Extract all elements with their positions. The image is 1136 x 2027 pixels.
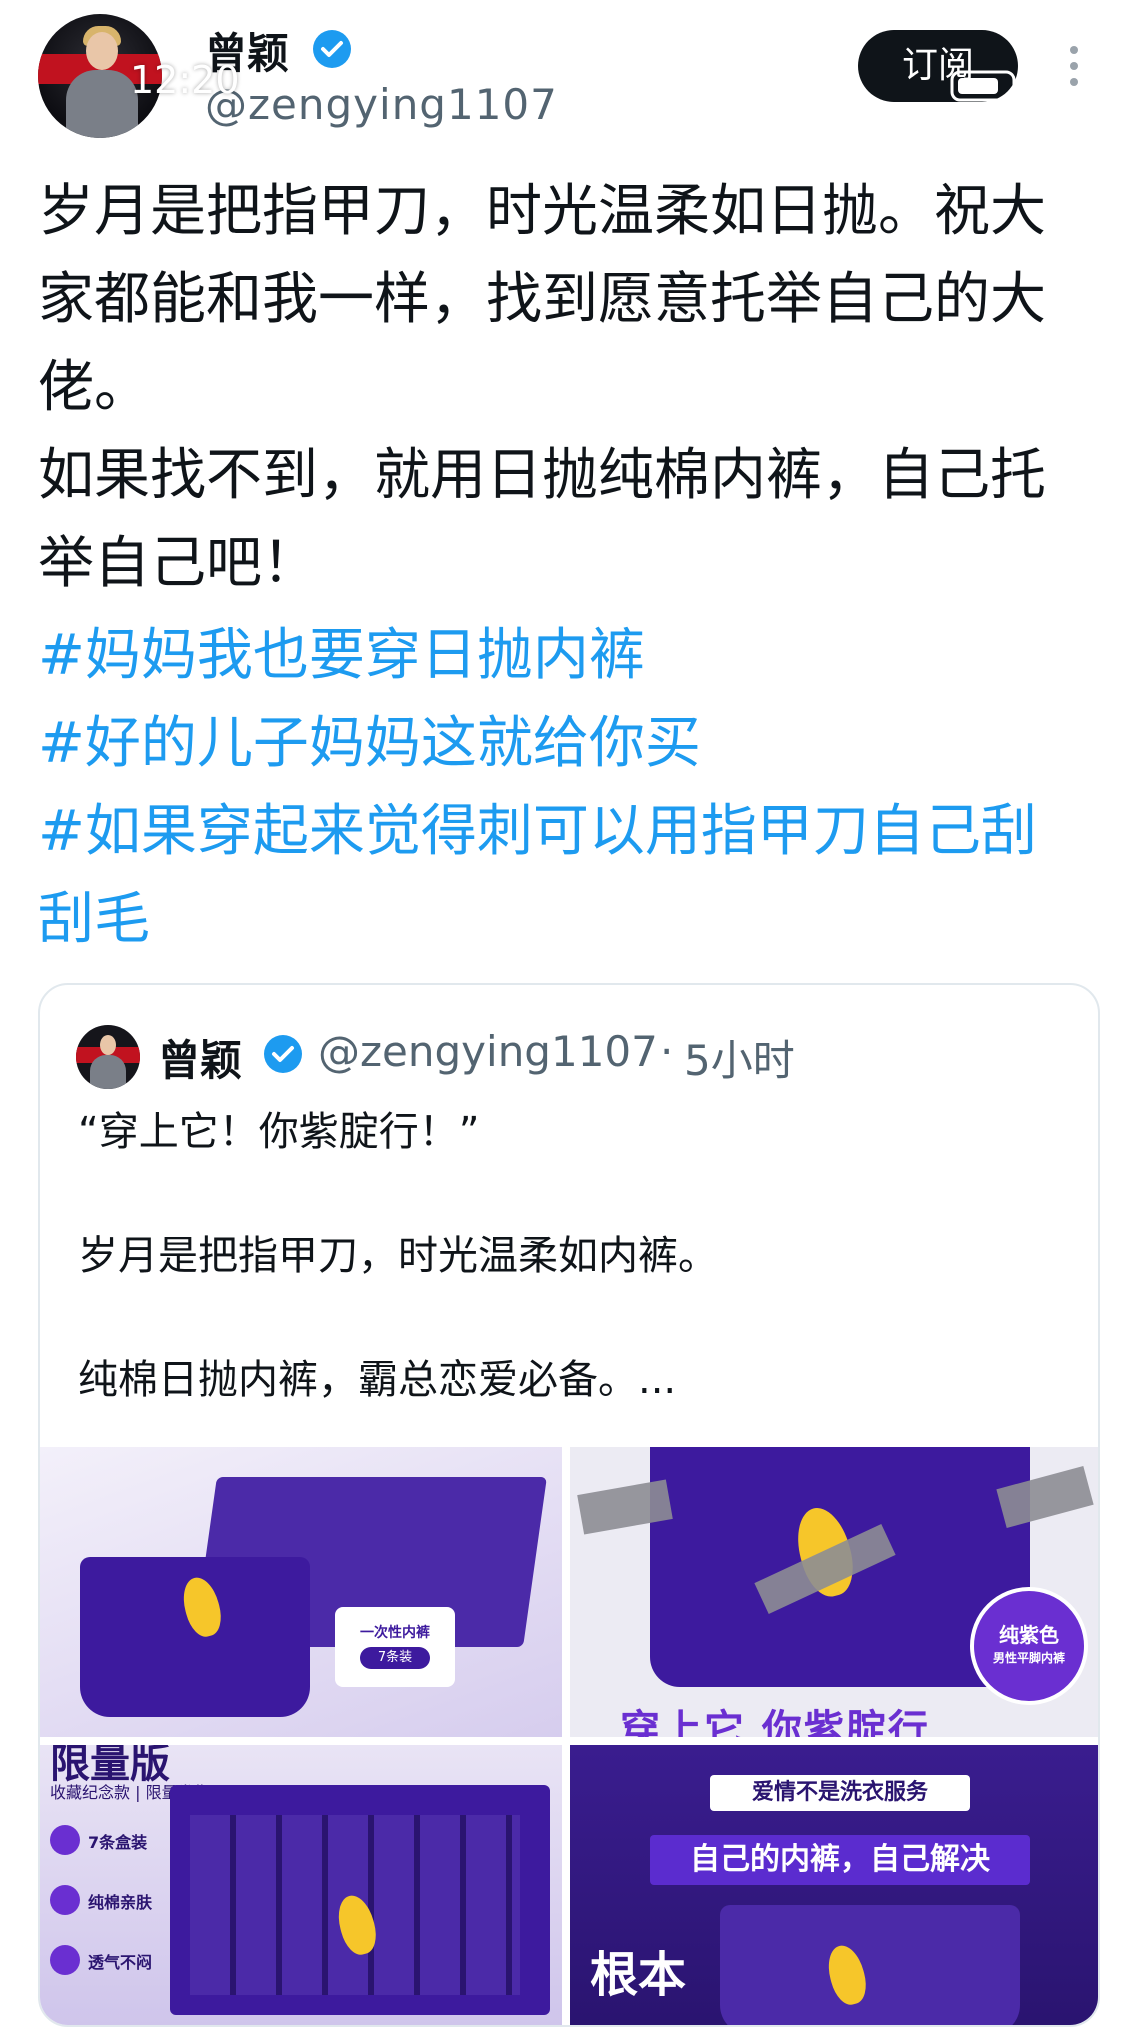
media-image-1[interactable]: 一次性内裤 7条装 xyxy=(40,1447,562,1737)
post-line: 如果找不到，就用日抛纯棉内裤，自己托 xyxy=(38,443,1046,508)
quoted-timestamp: 5小时 xyxy=(684,1036,795,1085)
feature-item: 纯棉亲肤 xyxy=(88,1893,153,1912)
mute-bell-icon xyxy=(265,67,293,95)
banner-1: 爱情不是洗衣服务 xyxy=(710,1775,970,1811)
post-line: 举自己吧！ xyxy=(38,531,318,596)
battery-icon xyxy=(950,70,1021,102)
author-handle[interactable]: @zengying1107 xyxy=(205,80,558,129)
post-line: 佬。 xyxy=(38,355,150,420)
quoted-author-name: 曾颖 xyxy=(158,1036,243,1085)
hashtag-link[interactable]: #如果穿起来觉得刺可以用指甲刀自己刮 xyxy=(38,788,1098,876)
media-image-2[interactable]: 纯紫色 男性平脚内裤 穿上它 你紫腚行 xyxy=(570,1447,1098,1737)
media-image-3[interactable]: 限量版 收藏纪念款 | 限量发售 7条盒装 纯棉亲肤 透气不闷 xyxy=(40,1745,562,2025)
post-line: 家都能和我一样，找到愿意托举自己的大 xyxy=(38,267,1046,332)
hashtag-link[interactable]: #妈妈我也要穿日抛内裤 xyxy=(38,612,1098,700)
quoted-tweet-card[interactable]: 曾颖 @zengying1107 · 5小时 “穿上它！你紫腚行！” 岁月是把指… xyxy=(38,983,1100,2027)
hashtag-link[interactable]: #好的儿子妈妈这就给你买 xyxy=(38,700,1098,788)
post-body: 岁月是把指甲刀，时光温柔如日抛。祝大 家都能和我一样，找到愿意托举自己的大 佬。… xyxy=(38,168,1098,608)
quoted-author-handle: @zengying1107 xyxy=(318,1027,658,1076)
quoted-body: “穿上它！你紫腚行！” 岁月是把指甲刀，时光温柔如内裤。 纯棉日抛内裤，霸总恋爱… xyxy=(78,1101,1058,1473)
hashtag-link[interactable]: 刮毛 xyxy=(38,876,1098,964)
slogan-text: 穿上它 你紫腚行 xyxy=(620,1707,930,1737)
media-grid: 一次性内裤 7条装 纯紫色 男性平脚内裤 穿上它 你紫腚行 限量版 收藏纪念款 … xyxy=(40,1447,1098,2025)
big-text: 根本 xyxy=(590,1947,687,2003)
quoted-paragraph: 岁月是把指甲刀，时光温柔如内裤。 xyxy=(78,1233,718,1279)
badge-top-text: 纯紫色 xyxy=(999,1623,1059,1647)
quoted-author-avatar xyxy=(76,1025,140,1089)
banner-2: 自己的内裤，自己解决 xyxy=(650,1835,1030,1885)
more-options-icon[interactable] xyxy=(1062,42,1086,90)
separator-dot: · xyxy=(660,1027,674,1076)
quoted-paragraph: 纯棉日抛内裤，霸总恋爱必备。... xyxy=(78,1357,677,1403)
tweet-header: 曾颖 @zengying1107 12:20 5G 订阅 xyxy=(0,0,1136,150)
box-label: 一次性内裤 xyxy=(360,1625,430,1641)
verified-badge-icon xyxy=(313,30,351,68)
box-count: 7条装 xyxy=(360,1647,430,1669)
quoted-paragraph: “穿上它！你紫腚行！” xyxy=(78,1109,480,1155)
verified-badge-icon xyxy=(264,1035,302,1073)
feature-item: 7条盒装 xyxy=(88,1833,148,1852)
hashtag-list: #妈妈我也要穿日抛内裤 #好的儿子妈妈这就给你买 #如果穿起来觉得刺可以用指甲刀… xyxy=(38,612,1098,964)
badge-bottom-text: 男性平脚内裤 xyxy=(992,1651,1065,1665)
signal-icon xyxy=(808,75,848,100)
post-line: 岁月是把指甲刀，时光温柔如日抛。祝大 xyxy=(38,179,1046,244)
status-time: 12:20 xyxy=(130,58,240,102)
media-image-4[interactable]: 爱情不是洗衣服务 自己的内裤，自己解决 根本 xyxy=(570,1745,1098,2025)
feature-item: 透气不闷 xyxy=(88,1953,153,1972)
